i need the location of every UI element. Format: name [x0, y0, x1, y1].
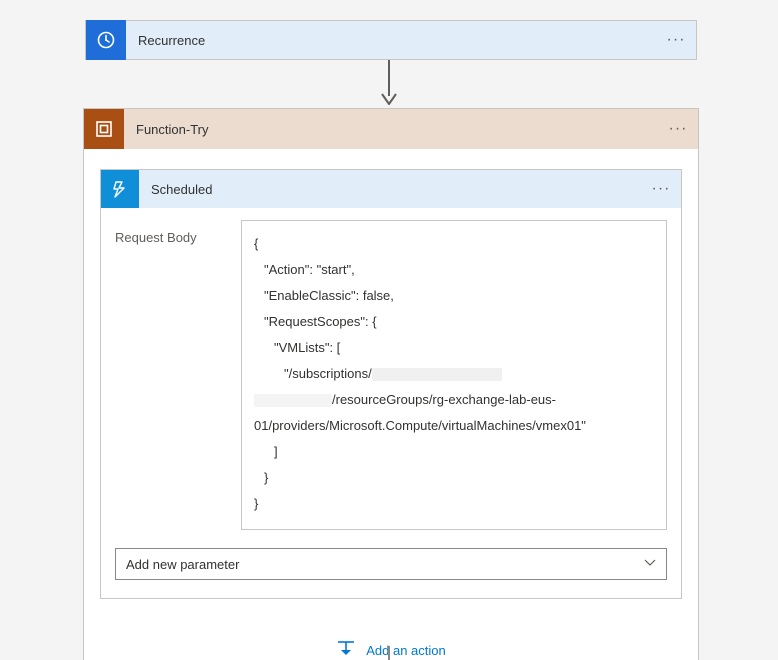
function-try-header[interactable]: Function-Try ···: [84, 109, 698, 149]
json-line: }: [254, 491, 654, 517]
ellipsis-icon[interactable]: ···: [641, 180, 681, 198]
connector-line: [388, 646, 390, 660]
json-line: "RequestScopes": {: [254, 309, 654, 335]
add-action-icon: [336, 639, 356, 660]
ellipsis-icon[interactable]: ···: [658, 120, 698, 138]
add-action-button[interactable]: Add an action: [100, 639, 682, 660]
json-line: }: [254, 465, 654, 491]
function-try-card: Function-Try ··· Scheduled ··· Req: [83, 108, 699, 660]
chevron-down-icon: [644, 558, 656, 570]
add-parameter-label: Add new parameter: [126, 557, 239, 572]
function-icon: [101, 170, 139, 208]
recurrence-title: Recurrence: [126, 33, 656, 48]
recurrence-card[interactable]: Recurrence ···: [85, 20, 697, 60]
redacted-text: [372, 368, 502, 381]
clock-icon: [86, 20, 126, 60]
json-text: "/subscriptions/: [284, 366, 372, 381]
redacted-text: [254, 394, 332, 407]
json-line: ]: [254, 439, 654, 465]
connector-arrow: [379, 60, 399, 108]
add-parameter-dropdown[interactable]: Add new parameter: [115, 548, 667, 580]
json-line: "Action": "start",: [254, 257, 654, 283]
json-text: /resourceGroups/rg-exchange-lab-eus-: [332, 392, 556, 407]
function-try-body: Scheduled ··· Request Body { "Action": "…: [84, 149, 698, 660]
scope-icon: [84, 109, 124, 149]
designer-canvas: Recurrence ··· Function-Try ···: [0, 0, 778, 660]
scheduled-body: Request Body { "Action": "start", "Enabl…: [101, 208, 681, 598]
json-line: "/subscriptions/: [254, 361, 654, 387]
ellipsis-icon[interactable]: ···: [656, 31, 696, 49]
scheduled-header[interactable]: Scheduled ···: [101, 170, 681, 208]
scheduled-card: Scheduled ··· Request Body { "Action": "…: [100, 169, 682, 599]
json-line: 01/providers/Microsoft.Compute/virtualMa…: [254, 413, 654, 439]
json-line: /resourceGroups/rg-exchange-lab-eus-: [254, 387, 654, 413]
scheduled-title: Scheduled: [139, 182, 641, 197]
function-try-title: Function-Try: [124, 122, 658, 137]
request-body-input[interactable]: { "Action": "start", "EnableClassic": fa…: [241, 220, 667, 530]
add-action-label: Add an action: [366, 643, 446, 658]
request-body-label: Request Body: [115, 220, 225, 530]
json-line: "EnableClassic": false,: [254, 283, 654, 309]
json-line: "VMLists": [: [254, 335, 654, 361]
json-line: {: [254, 231, 654, 257]
